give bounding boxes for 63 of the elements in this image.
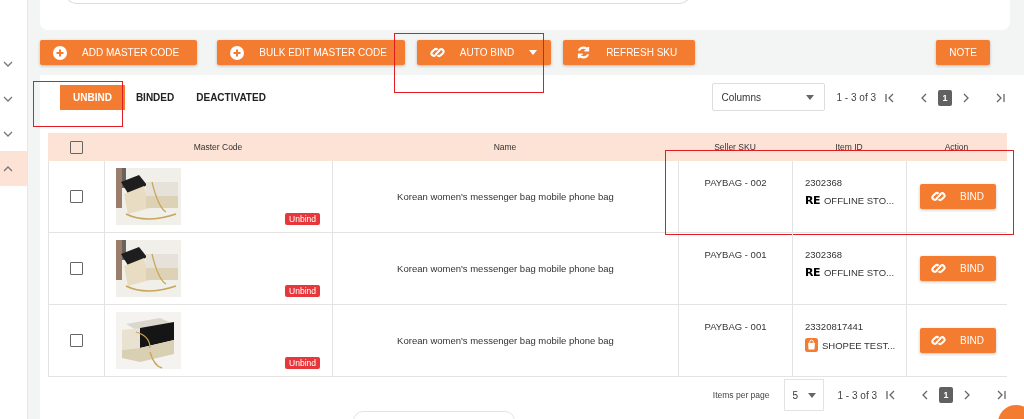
page-number[interactable]: 1 xyxy=(939,387,953,403)
note-button[interactable]: NOTE xyxy=(936,40,990,65)
link-icon xyxy=(931,261,947,276)
tab[interactable]: DEACTIVATED xyxy=(185,85,277,110)
checkbox[interactable] xyxy=(69,140,83,154)
caret-icon xyxy=(808,392,817,398)
table-cell: 2302368 xyxy=(805,177,842,188)
checkbox[interactable] xyxy=(70,190,83,203)
tab[interactable]: UNBIND xyxy=(60,85,125,110)
store-name: OFFLINE STO... xyxy=(824,267,894,278)
tab[interactable]: BINDED xyxy=(124,85,186,110)
table-cell: Korean women's messenger bag mobile phone bag xyxy=(397,263,614,274)
refresh-icon xyxy=(576,45,592,60)
table-cell: PAYBAG - 001 xyxy=(704,249,767,260)
last-page-icon[interactable] xyxy=(994,91,1006,104)
caret-icon xyxy=(529,50,538,55)
caret-icon xyxy=(805,94,814,100)
table-cell: Korean women's messenger bag mobile phone bag xyxy=(397,335,614,346)
toolbar-button[interactable]: AUTO BIND xyxy=(416,40,552,65)
plus-icon xyxy=(53,45,67,60)
status-badge: Unbind xyxy=(285,285,320,297)
page-range: 1 - 3 of 3 xyxy=(837,389,877,401)
columns-dropdown[interactable]: Columns xyxy=(711,83,825,111)
status-badge: Unbind xyxy=(285,213,320,225)
store-name: SHOPEE TEST... xyxy=(822,339,896,351)
checkbox[interactable] xyxy=(70,334,83,347)
status-badge: Unbind xyxy=(285,357,320,369)
column-header: Name xyxy=(493,142,517,152)
table-cell: 2302368 xyxy=(805,249,842,260)
first-page-icon[interactable] xyxy=(885,389,897,401)
table-cell: 23320817441 xyxy=(805,321,864,332)
column-header: Action xyxy=(944,142,969,152)
toolbar-button[interactable]: REFRESH SKU xyxy=(563,40,696,65)
table-cell: Korean women's messenger bag mobile phone bag xyxy=(397,191,614,202)
chevron-down-icon[interactable] xyxy=(3,60,13,67)
table-cell: PAYBAG - 002 xyxy=(704,177,767,188)
column-header: Item ID xyxy=(835,142,863,152)
first-page-icon[interactable] xyxy=(884,91,896,104)
link-icon xyxy=(931,189,947,204)
store-logo: RE xyxy=(805,194,820,207)
toolbar-button[interactable]: BULK EDIT MASTER CODE xyxy=(217,40,405,65)
toolbar-button[interactable]: ADD MASTER CODE xyxy=(40,40,198,65)
bind-button[interactable]: BIND xyxy=(919,328,996,353)
page-size-dropdown[interactable]: 5 xyxy=(783,379,824,411)
plus-icon xyxy=(230,45,245,60)
bind-button[interactable]: BIND xyxy=(919,184,996,209)
column-header: Master Code xyxy=(193,142,243,152)
page-range: 1 - 3 of 3 xyxy=(836,92,876,103)
last-page-icon[interactable] xyxy=(995,389,1007,401)
page-number[interactable]: 1 xyxy=(938,89,952,106)
store-logo: RE xyxy=(805,266,820,279)
chevron-down-icon[interactable] xyxy=(3,95,13,102)
shopping-bag-icon xyxy=(805,338,818,352)
checkbox[interactable] xyxy=(70,262,83,275)
chevron-up-icon[interactable] xyxy=(3,165,13,172)
items-per-page-label: Items per page xyxy=(712,390,770,400)
column-header: Seller SKU xyxy=(714,142,756,152)
link-icon xyxy=(931,333,947,348)
store-name: OFFLINE STO... xyxy=(824,195,894,206)
bind-button[interactable]: BIND xyxy=(919,256,996,281)
table-cell: PAYBAG - 001 xyxy=(704,321,767,332)
link-icon xyxy=(429,45,445,60)
chevron-down-icon[interactable] xyxy=(3,130,13,137)
